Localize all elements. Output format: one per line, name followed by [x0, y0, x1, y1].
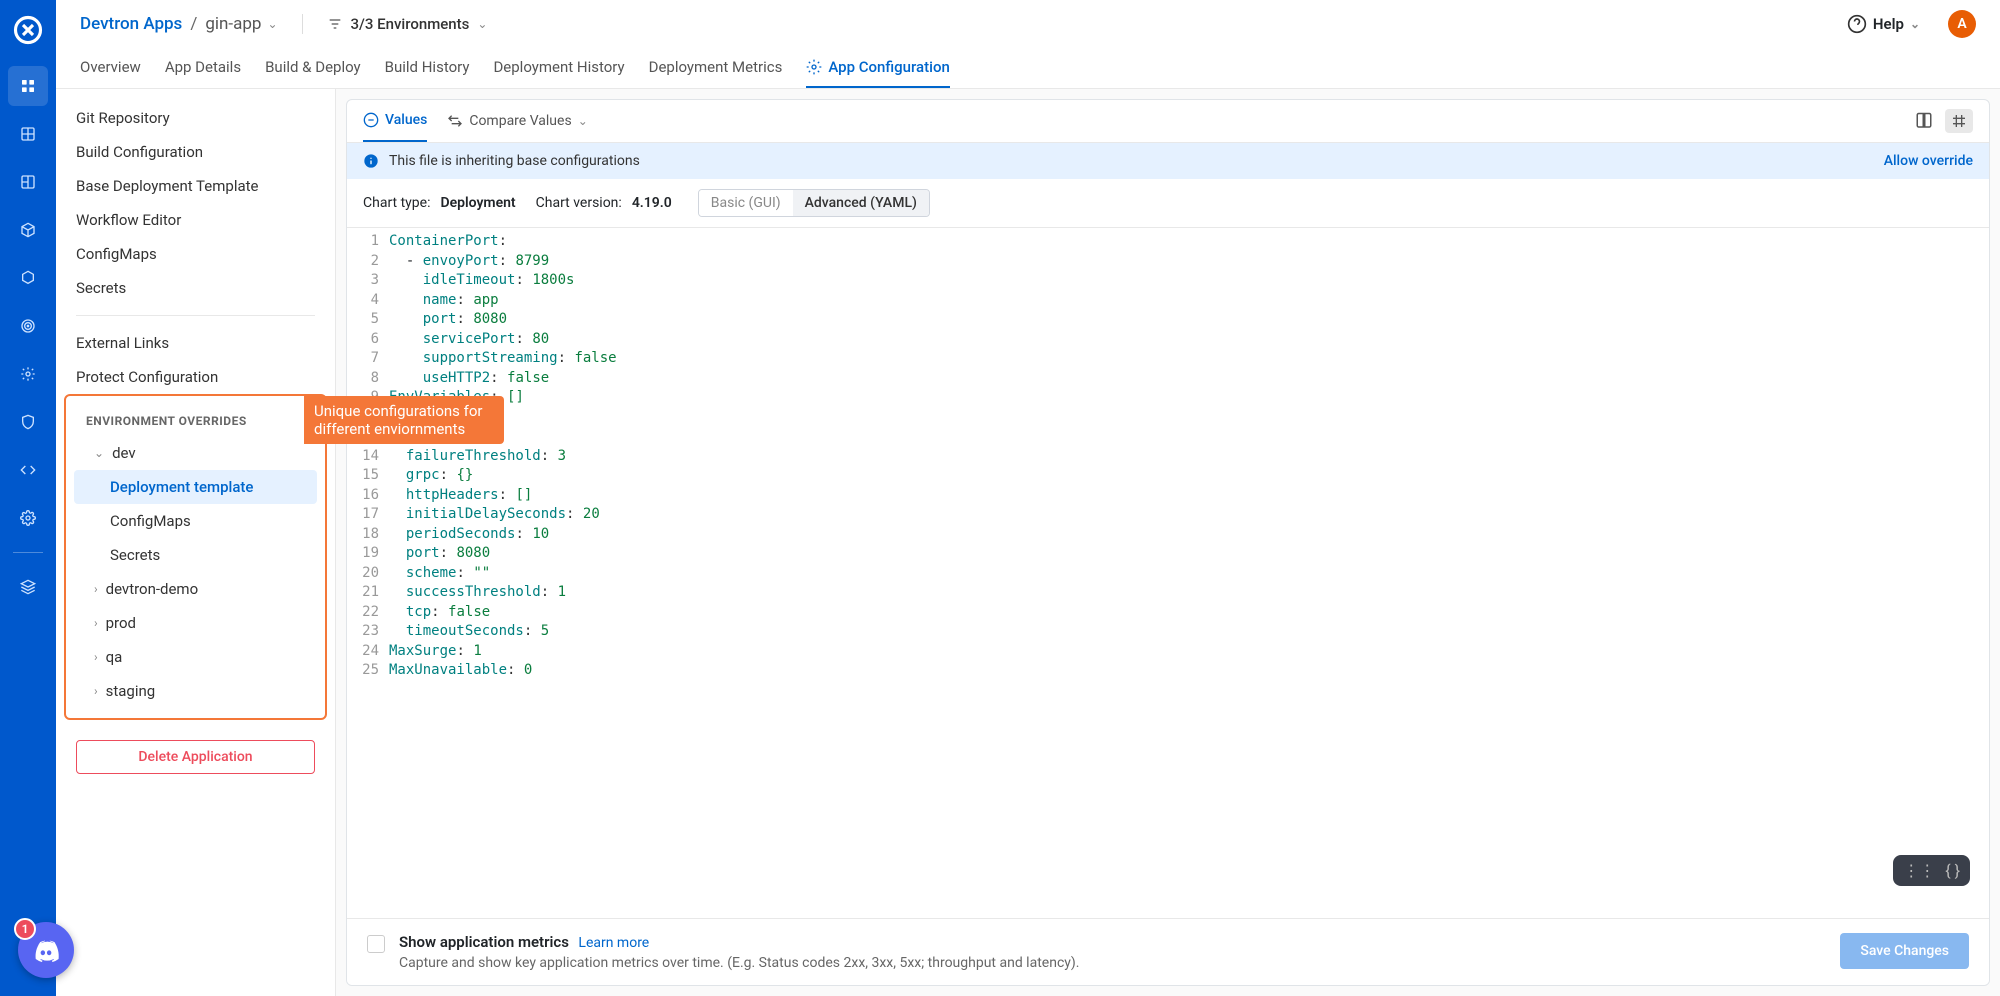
yaml-editor[interactable]: 1234567891213141516171819202122232425 Co… — [347, 228, 1989, 918]
learn-more-link[interactable]: Learn more — [578, 935, 649, 951]
overrides-annotation: Unique configurations for different envi… — [304, 396, 504, 444]
app-tabs: Overview App Details Build & Deploy Buil… — [56, 48, 2000, 89]
book-icon[interactable] — [1915, 112, 1933, 130]
panel-footer: Show application metrics Learn more Capt… — [347, 918, 1989, 985]
save-changes-button[interactable]: Save Changes — [1840, 933, 1969, 969]
breadcrumb: Devtron Apps / gin-app⌄ — [80, 14, 278, 34]
discord-icon — [32, 936, 60, 964]
environment-overrides-header: ENVIRONMENT OVERRIDES — [66, 402, 325, 436]
env-dev-secrets[interactable]: Secrets — [66, 538, 325, 572]
tab-deployment-metrics[interactable]: Deployment Metrics — [649, 48, 783, 88]
filter-icon — [327, 16, 343, 32]
chevron-down-icon: ⌄ — [267, 17, 277, 31]
rail-settings-icon[interactable] — [8, 498, 48, 538]
sidebar-protect-configuration[interactable]: Protect Configuration — [56, 360, 335, 394]
sidebar-workflow-editor[interactable]: Workflow Editor — [56, 203, 335, 237]
show-metrics-title: Show application metrics — [399, 933, 569, 951]
env-prod[interactable]: ›prod — [66, 606, 325, 640]
compare-icon — [447, 113, 463, 129]
rail-grid-icon[interactable] — [8, 114, 48, 154]
env-qa[interactable]: ›qa — [66, 640, 325, 674]
panel-tabs: Values Compare Values ⌄ — [347, 100, 1989, 143]
chevron-down-icon: ⌄ — [1910, 17, 1920, 31]
rail-package-icon[interactable] — [8, 210, 48, 250]
tab-app-details[interactable]: App Details — [165, 48, 241, 88]
chart-version-value: 4.19.0 — [632, 195, 672, 211]
info-icon — [363, 153, 379, 169]
discord-button[interactable]: 1 — [18, 922, 74, 978]
rail-apps-icon[interactable] — [8, 66, 48, 106]
rail-cube-icon[interactable] — [8, 258, 48, 298]
info-text: This file is inheriting base configurati… — [389, 153, 640, 169]
chart-version-label: Chart version: — [536, 195, 622, 211]
devtron-logo[interactable] — [10, 12, 46, 48]
gear-icon — [806, 59, 822, 75]
chart-info-bar: Chart type: Deployment Chart version: 4.… — [347, 179, 1989, 228]
chevron-right-icon: › — [94, 650, 98, 664]
content-area: Values Compare Values ⌄ — [336, 89, 2000, 996]
environment-overrides: Unique configurations for different envi… — [64, 394, 327, 720]
rail-shield-icon[interactable] — [8, 402, 48, 442]
env-dev-configmaps[interactable]: ConfigMaps — [66, 504, 325, 538]
discord-badge: 1 — [14, 918, 36, 940]
breadcrumb-current[interactable]: gin-app⌄ — [205, 14, 277, 34]
drag-handle-icon[interactable]: ⋮⋮ — [1903, 861, 1935, 880]
chevron-right-icon: › — [94, 582, 98, 596]
chevron-down-icon: ⌄ — [477, 17, 487, 31]
config-sidebar: Git Repository Build Configuration Base … — [56, 89, 336, 996]
env-staging[interactable]: ›staging — [66, 674, 325, 708]
help-icon — [1847, 14, 1867, 34]
config-panel: Values Compare Values ⌄ — [346, 99, 1990, 986]
allow-override-button[interactable]: Allow override — [1884, 153, 1973, 169]
left-rail — [0, 0, 56, 996]
environments-filter[interactable]: 3/3 Environments ⌄ — [327, 15, 488, 33]
advanced-yaml-button[interactable]: Advanced (YAML) — [793, 190, 929, 216]
sidebar-configmaps[interactable]: ConfigMaps — [56, 237, 335, 271]
sidebar-git-repository[interactable]: Git Repository — [56, 101, 335, 135]
inheriting-info-bar: This file is inheriting base configurati… — [347, 143, 1989, 179]
tab-app-configuration[interactable]: App Configuration — [806, 48, 949, 88]
sidebar-base-deployment-template[interactable]: Base Deployment Template — [56, 169, 335, 203]
chevron-down-icon: ⌄ — [578, 114, 588, 128]
breadcrumb-root[interactable]: Devtron Apps — [80, 14, 182, 34]
tab-deployment-history[interactable]: Deployment History — [493, 48, 624, 88]
basic-gui-button[interactable]: Basic (GUI) — [699, 190, 793, 216]
line-gutter: 1234567891213141516171819202122232425 — [347, 228, 389, 918]
env-devtron-demo[interactable]: ›devtron-demo — [66, 572, 325, 606]
compare-values-tab[interactable]: Compare Values ⌄ — [447, 101, 587, 141]
sidebar-secrets[interactable]: Secrets — [56, 271, 335, 305]
tab-build-deploy[interactable]: Build & Deploy — [265, 48, 361, 88]
rail-gear-icon[interactable] — [8, 354, 48, 394]
metrics-description: Capture and show key application metrics… — [399, 955, 1079, 971]
chart-type-value: Deployment — [440, 195, 515, 211]
env-dev-deployment-template[interactable]: Deployment template — [74, 470, 317, 504]
tab-build-history[interactable]: Build History — [385, 48, 470, 88]
floating-toolbar[interactable]: ⋮⋮ { } — [1893, 855, 1970, 886]
sidebar-build-configuration[interactable]: Build Configuration — [56, 135, 335, 169]
chevron-right-icon: › — [94, 684, 98, 698]
chart-type-label: Chart type: — [363, 195, 430, 211]
topbar: Devtron Apps / gin-app⌄ 3/3 Environments… — [56, 0, 2000, 48]
chevron-down-icon: ⌄ — [94, 446, 104, 460]
user-avatar[interactable]: A — [1948, 10, 1976, 38]
tab-overview[interactable]: Overview — [80, 48, 141, 88]
breadcrumb-sep: / — [190, 14, 197, 34]
chevron-right-icon: › — [94, 616, 98, 630]
delete-application-button[interactable]: Delete Application — [76, 740, 315, 774]
braces-icon[interactable]: { } — [1945, 861, 1960, 880]
rail-code-icon[interactable] — [8, 450, 48, 490]
rail-target-icon[interactable] — [8, 306, 48, 346]
values-tab[interactable]: Values — [363, 100, 427, 142]
code-content[interactable]: ContainerPort: - envoyPort: 8799 idleTim… — [389, 228, 1989, 918]
code-toggle-icon[interactable] — [1945, 109, 1973, 133]
sidebar-external-links[interactable]: External Links — [56, 326, 335, 360]
rail-layers-icon[interactable] — [8, 567, 48, 607]
values-icon — [363, 112, 379, 128]
show-metrics-checkbox[interactable] — [367, 935, 385, 953]
env-dev[interactable]: ⌄dev — [66, 436, 325, 470]
editor-mode-toggle: Basic (GUI) Advanced (YAML) — [698, 189, 930, 217]
help-button[interactable]: Help ⌄ — [1847, 14, 1920, 34]
rail-window-icon[interactable] — [8, 162, 48, 202]
